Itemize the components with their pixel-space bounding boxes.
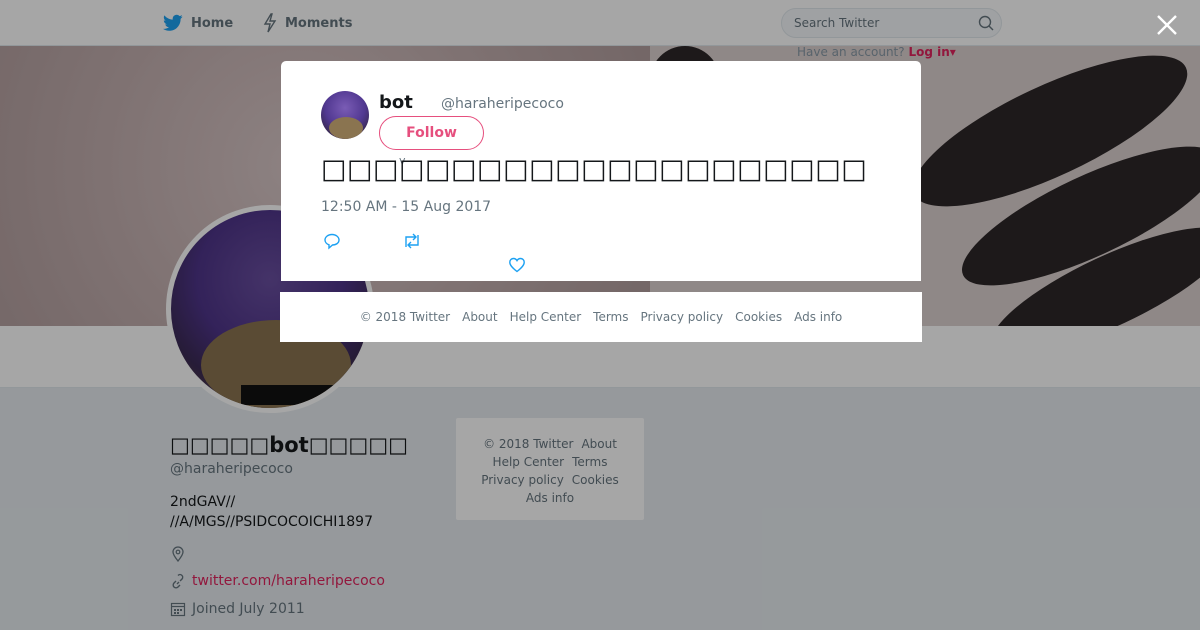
follow-button[interactable]: Follow [379,116,484,150]
footer-copyright: © 2018 Twitter [359,310,451,324]
tweet-author-name[interactable]: bot [379,92,413,113]
tweet-modal: bot @haraheripecoco Follow v □□□□□□□□□□□… [281,61,921,281]
footer-ads-link[interactable]: Ads info [794,310,842,324]
footer-about-link[interactable]: About [462,310,497,324]
footer-privacy-link[interactable]: Privacy policy [641,310,724,324]
avatar-face [329,117,363,139]
modal-footer: © 2018 Twitter About Help Center Terms P… [280,292,922,342]
tweet-timestamp[interactable]: 12:50 AM - 15 Aug 2017 [321,199,491,215]
reply-icon[interactable] [322,231,342,251]
tweet-avatar[interactable] [321,91,369,139]
footer-terms-link[interactable]: Terms [593,310,628,324]
close-icon[interactable] [1154,12,1180,38]
retweet-icon[interactable] [402,231,422,251]
footer-help-link[interactable]: Help Center [510,310,582,324]
heart-icon[interactable] [507,255,527,275]
footer-cookies-link[interactable]: Cookies [735,310,782,324]
tweet-text: □□□□□□□□□□□□□□□□□□□□□ [321,154,868,185]
tweet-author-handle[interactable]: @haraheripecoco [441,96,564,112]
